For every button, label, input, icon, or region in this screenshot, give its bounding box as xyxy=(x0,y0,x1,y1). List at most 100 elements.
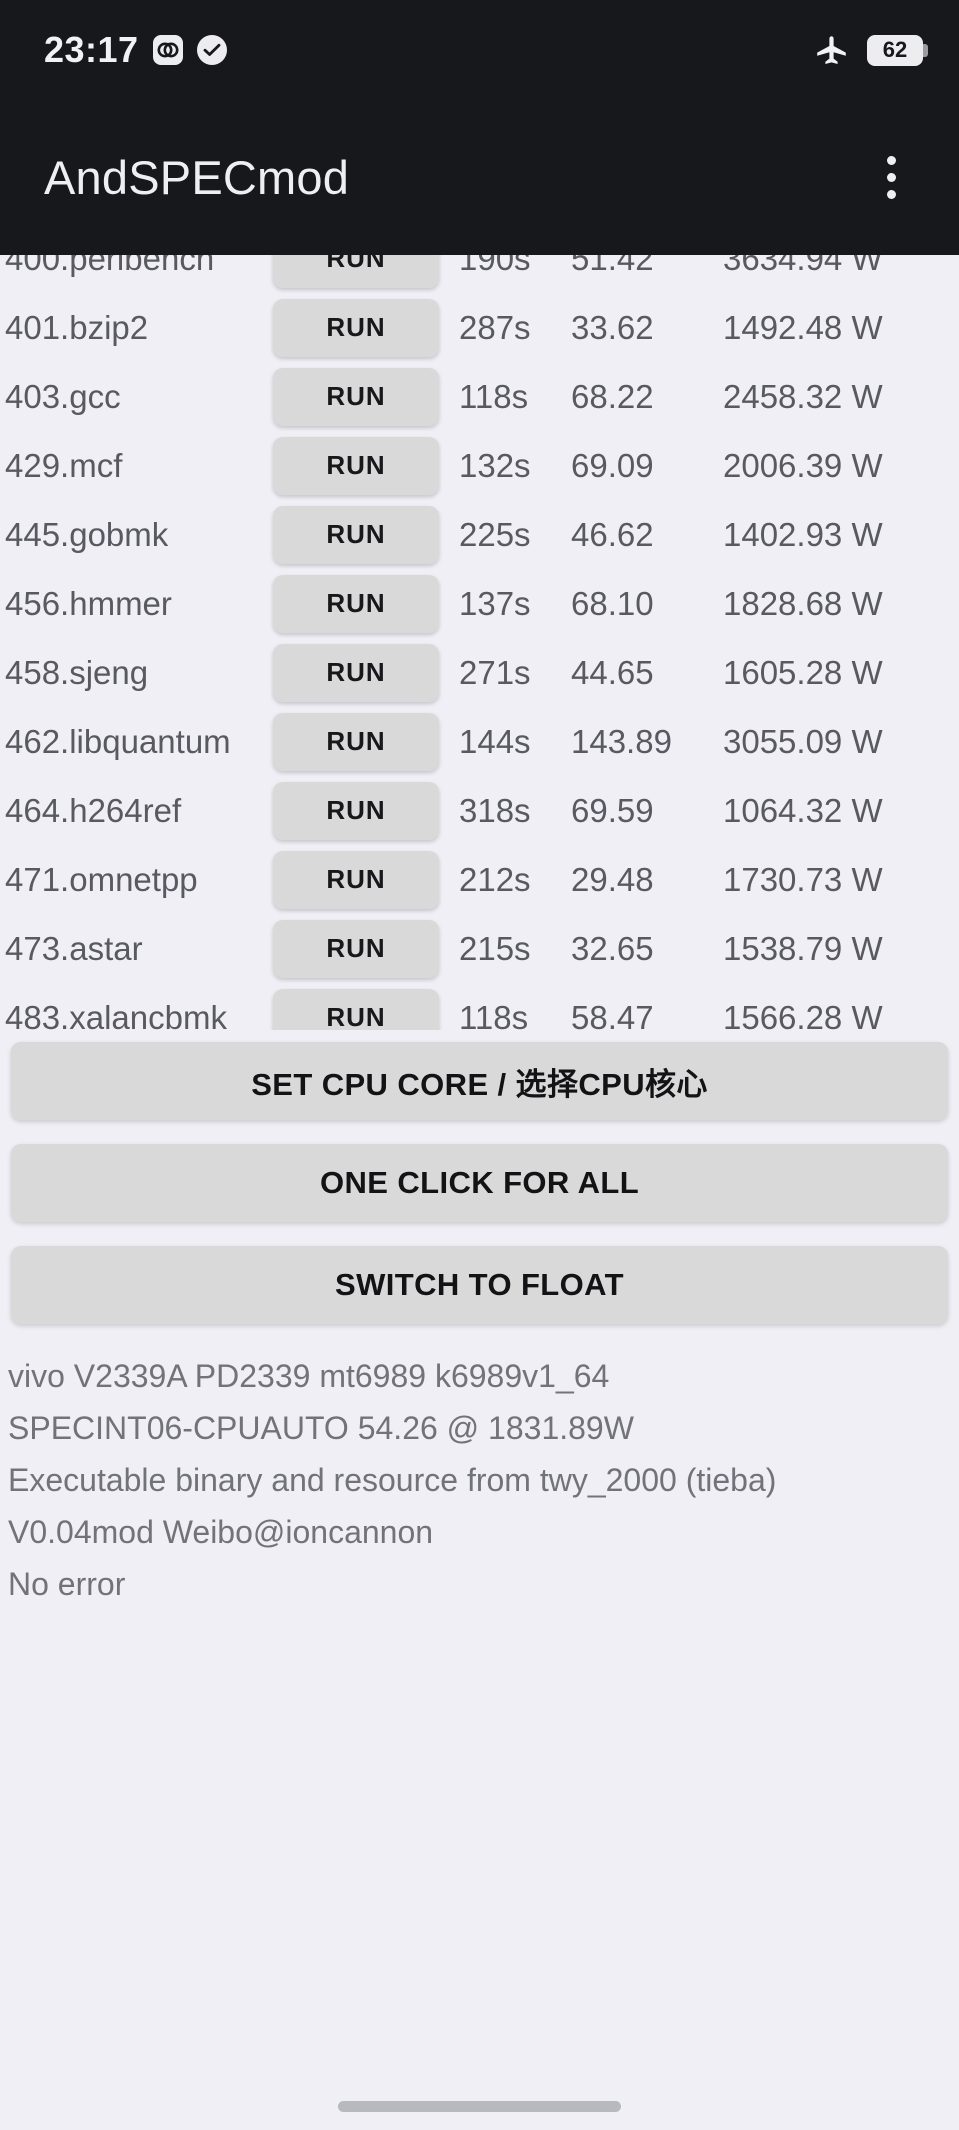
benchmark-time: 212s xyxy=(459,860,531,898)
log-line-result: SPECINT06-CPUAUTO 54.26 @ 1831.89W xyxy=(8,1410,634,1446)
benchmark-watt: 1730.73 W xyxy=(723,860,883,898)
run-button[interactable]: RUN xyxy=(273,988,439,1030)
gesture-nav-pill[interactable] xyxy=(338,2101,621,2112)
benchmark-row: 429.mcf RUN 132s 69.09 2006.39 W xyxy=(0,431,959,500)
log-line-version: V0.04mod Weibo@ioncannon xyxy=(8,1514,434,1550)
benchmark-time: 118s xyxy=(459,998,529,1031)
run-button-label: RUN xyxy=(326,1002,386,1030)
more-vert-icon[interactable] xyxy=(863,150,919,206)
benchmark-score: 44.65 xyxy=(571,653,654,691)
benchmark-score: 51.42 xyxy=(571,255,654,277)
benchmark-watt: 1064.32 W xyxy=(723,791,883,829)
run-button-label: RUN xyxy=(326,726,386,756)
run-button[interactable]: RUN xyxy=(273,255,439,288)
status-log: vivo V2339A PD2339 mt6989 k6989v1_64 SPE… xyxy=(0,1324,959,1610)
benchmark-name: 429.mcf xyxy=(5,446,123,484)
status-bar-left: 23:17 xyxy=(44,32,227,68)
benchmark-watt: 2458.32 W xyxy=(723,377,883,415)
benchmark-score: 68.10 xyxy=(571,584,654,622)
log-line-device: vivo V2339A PD2339 mt6989 k6989v1_64 xyxy=(8,1358,610,1394)
run-button-label: RUN xyxy=(326,864,386,894)
benchmark-time: 118s xyxy=(459,377,529,415)
status-bar: 23:17 62 xyxy=(0,0,959,100)
more-dot xyxy=(886,156,896,165)
benchmark-watt: 1492.48 W xyxy=(723,308,883,346)
benchmark-time: 190s xyxy=(459,255,531,277)
benchmark-score: 46.62 xyxy=(571,515,654,553)
benchmark-score: 33.62 xyxy=(571,308,654,346)
benchmark-row: 458.sjeng RUN 271s 44.65 1605.28 W xyxy=(0,638,959,707)
benchmark-watt: 1402.93 W xyxy=(723,515,883,553)
run-button[interactable]: RUN xyxy=(273,712,439,771)
run-button[interactable]: RUN xyxy=(273,436,439,495)
benchmark-name: 403.gcc xyxy=(5,377,121,415)
benchmark-row: 401.bzip2 RUN 287s 33.62 1492.48 W xyxy=(0,293,959,362)
benchmark-watt: 1566.28 W xyxy=(723,998,883,1031)
benchmark-score: 69.09 xyxy=(571,446,654,484)
run-button-label: RUN xyxy=(326,450,386,480)
benchmark-name: 483.xalancbmk xyxy=(5,998,227,1031)
run-button-label: RUN xyxy=(326,657,386,687)
benchmark-score: 69.59 xyxy=(571,791,654,829)
benchmark-name: 400.perlbench xyxy=(5,255,215,277)
benchmark-score: 58.47 xyxy=(571,998,654,1031)
run-button-label: RUN xyxy=(326,795,386,825)
benchmark-scroll-container: 400.perlbench RUN 190s 51.42 3634.94 W 401.bz… xyxy=(0,255,959,1030)
benchmark-name: 473.astar xyxy=(5,929,143,967)
status-clock: 23:17 xyxy=(44,29,139,70)
benchmark-name: 471.omnetpp xyxy=(5,860,198,898)
run-button-label: RUN xyxy=(326,519,386,549)
action-button-group: SET CPU CORE / 选择CPU核心 ONE CLICK FOR ALL… xyxy=(0,1030,959,1324)
benchmark-row: 445.gobmk RUN 225s 46.62 1402.93 W xyxy=(0,500,959,569)
benchmark-time: 225s xyxy=(459,515,531,553)
benchmark-score: 32.65 xyxy=(571,929,654,967)
battery-indicator: 62 xyxy=(867,34,928,66)
benchmark-row: 456.hmmer RUN 137s 68.10 1828.68 W xyxy=(0,569,959,638)
run-button[interactable]: RUN xyxy=(273,919,439,978)
benchmark-row: 473.astar RUN 215s 32.65 1538.79 W xyxy=(0,914,959,983)
benchmark-time: 215s xyxy=(459,929,531,967)
run-button[interactable]: RUN xyxy=(273,850,439,909)
page-title: AndSPECmod xyxy=(44,151,350,204)
benchmark-name: 464.h264ref xyxy=(5,791,182,829)
app-root: 23:17 62 AndSPECmod 400.perlbench RUN 19… xyxy=(0,0,959,2130)
benchmark-watt: 3634.94 W xyxy=(723,255,883,277)
run-button[interactable]: RUN xyxy=(273,298,439,357)
benchmark-list[interactable]: 400.perlbench RUN 190s 51.42 3634.94 W 401.bz… xyxy=(0,255,959,1030)
benchmark-watt: 1605.28 W xyxy=(723,653,883,691)
more-dot xyxy=(886,173,896,182)
set-cpu-core-button[interactable]: SET CPU CORE / 选择CPU核心 xyxy=(11,1042,948,1120)
app-bar: AndSPECmod xyxy=(0,100,959,255)
run-button[interactable]: RUN xyxy=(273,574,439,633)
benchmark-name: 462.libquantum xyxy=(5,722,231,760)
log-line-credits: Executable binary and resource from twy_… xyxy=(8,1462,777,1498)
navigation-bar xyxy=(0,1610,959,2130)
benchmark-row: 403.gcc RUN 118s 68.22 2458.32 W xyxy=(0,362,959,431)
run-button[interactable]: RUN xyxy=(273,505,439,564)
run-button[interactable]: RUN xyxy=(273,367,439,426)
switch-to-float-button[interactable]: SWITCH TO FLOAT xyxy=(11,1246,948,1324)
benchmark-name: 401.bzip2 xyxy=(5,308,149,346)
run-button[interactable]: RUN xyxy=(273,781,439,840)
benchmark-name: 445.gobmk xyxy=(5,515,169,553)
run-button-label: RUN xyxy=(326,933,386,963)
benchmark-watt: 1828.68 W xyxy=(723,584,883,622)
benchmark-row: 400.perlbench RUN 190s 51.42 3634.94 W xyxy=(0,255,959,293)
benchmark-watt: 3055.09 W xyxy=(723,722,883,760)
benchmark-time: 287s xyxy=(459,308,531,346)
run-button[interactable]: RUN xyxy=(273,643,439,702)
run-button-label: RUN xyxy=(326,312,386,342)
run-button-label: RUN xyxy=(326,588,386,618)
one-click-for-all-label: ONE CLICK FOR ALL xyxy=(319,1165,640,1200)
benchmark-row: 471.omnetpp RUN 212s 29.48 1730.73 W xyxy=(0,845,959,914)
one-click-for-all-button[interactable]: ONE CLICK FOR ALL xyxy=(11,1144,948,1222)
benchmark-watt: 1538.79 W xyxy=(723,929,883,967)
battery-level-label: 62 xyxy=(882,37,908,62)
airplane-mode-icon xyxy=(815,34,849,66)
set-cpu-core-label: SET CPU CORE / 选择CPU核心 xyxy=(251,1066,708,1102)
benchmark-row: 464.h264ref RUN 318s 69.59 1064.32 W xyxy=(0,776,959,845)
run-button-label: RUN xyxy=(326,381,386,411)
benchmark-watt: 2006.39 W xyxy=(723,446,883,484)
benchmark-time: 318s xyxy=(459,791,531,829)
log-line-error: No error xyxy=(8,1566,126,1602)
